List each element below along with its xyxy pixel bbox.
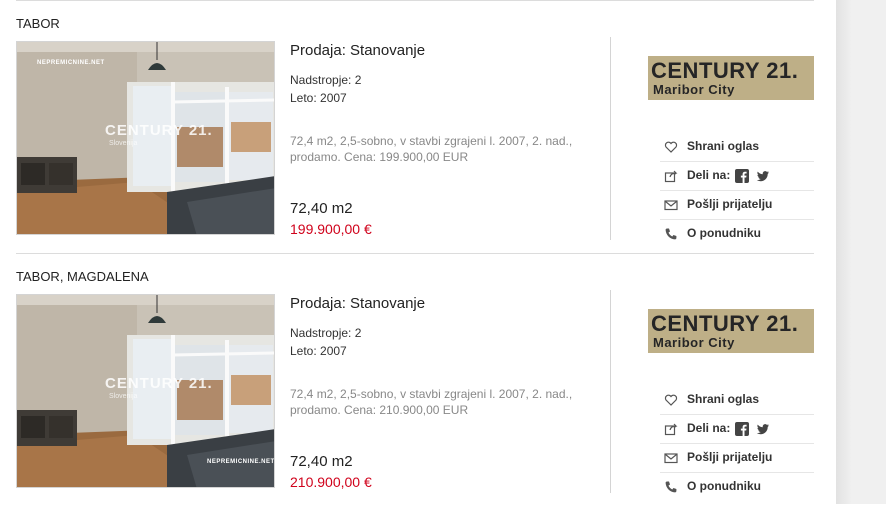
listing-title[interactable]: Prodaja: Stanovanje [290, 295, 425, 312]
listing-photo[interactable]: NEPREMICNINE.NET CENTURY 21. Slovenija [16, 41, 275, 235]
save-listing-label: Shrani oglas [687, 139, 760, 153]
column-divider [610, 290, 611, 493]
listing-price: 210.900,00 € [290, 474, 372, 490]
listing-floor: Nadstropje: 2 [290, 73, 362, 87]
send-to-friend-button[interactable]: Pošlji prijatelju [660, 191, 814, 220]
envelope-icon [664, 200, 678, 211]
share-label: Deli na: [687, 421, 731, 435]
listing-location[interactable]: TABOR, MAGDALENA [16, 269, 149, 284]
agency-office: Maribor City [653, 335, 735, 350]
share-icon [664, 170, 678, 183]
listing-divider [16, 253, 814, 254]
twitter-icon[interactable] [756, 422, 770, 436]
photo-logo-watermark: CENTURY 21. [105, 122, 213, 139]
heart-icon [664, 141, 678, 153]
listing-card: TABOR, MAGDALENA NEPREMICNINE.NET CENTUR… [0, 253, 836, 505]
listing-area: 72,40 m2 [290, 453, 353, 470]
agency-brand: CENTURY 21. [651, 58, 799, 83]
listing-floor: Nadstropje: 2 [290, 326, 362, 340]
photo-watermark-top: NEPREMICNINE.NET [37, 60, 105, 66]
photo-watermark-bottom: NEPREMICNINE.NET [207, 459, 275, 465]
listing-year: Leto: 2007 [290, 344, 347, 358]
send-to-friend-label: Pošlji prijatelju [687, 197, 773, 211]
listing-photo[interactable]: NEPREMICNINE.NET CENTURY 21. Slovenija [16, 294, 275, 488]
phone-icon [665, 228, 677, 240]
about-provider-label: O ponudniku [687, 226, 761, 240]
share-icon [664, 423, 678, 436]
listing-year: Leto: 2007 [290, 91, 347, 105]
column-divider [610, 37, 611, 240]
agency-office: Maribor City [653, 82, 735, 97]
listing-title[interactable]: Prodaja: Stanovanje [290, 42, 425, 59]
photo-logo-sub: Slovenija [109, 393, 138, 400]
heart-icon [664, 394, 678, 406]
listing-area: 72,40 m2 [290, 200, 353, 217]
about-provider-button[interactable]: O ponudniku [660, 220, 814, 248]
twitter-icon[interactable] [756, 169, 770, 183]
send-to-friend-button[interactable]: Pošlji prijatelju [660, 444, 814, 473]
page-gutter [836, 0, 886, 504]
facebook-icon[interactable] [735, 169, 749, 183]
phone-icon [665, 481, 677, 493]
about-provider-label: O ponudniku [687, 479, 761, 493]
listing-card: TABOR NEPREMICNINE.NET CENTURY 21. Slove… [0, 0, 836, 252]
save-listing-label: Shrani oglas [687, 392, 760, 406]
share-row: Deli na: [660, 162, 814, 191]
save-listing-button[interactable]: Shrani oglas [660, 133, 814, 162]
agency-brand: CENTURY 21. [651, 311, 799, 336]
listing-location[interactable]: TABOR [16, 16, 60, 31]
listing-price: 199.900,00 € [290, 221, 372, 237]
about-provider-button[interactable]: O ponudniku [660, 473, 814, 501]
facebook-icon[interactable] [735, 422, 749, 436]
agency-logo[interactable]: CENTURY 21. Maribor City [648, 56, 814, 100]
listing-description: 72,4 m2, 2,5-sobno, v stavbi zgrajeni l.… [290, 134, 573, 164]
send-to-friend-label: Pošlji prijatelju [687, 450, 773, 464]
share-label: Deli na: [687, 168, 731, 182]
save-listing-button[interactable]: Shrani oglas [660, 386, 814, 415]
agency-logo[interactable]: CENTURY 21. Maribor City [648, 309, 814, 353]
photo-logo-sub: Slovenija [109, 140, 138, 147]
listing-description: 72,4 m2, 2,5-sobno, v stavbi zgrajeni l.… [290, 387, 573, 417]
listing-actions: Shrani oglas Deli na: Pošlji prijatelju … [660, 386, 814, 501]
share-row: Deli na: [660, 415, 814, 444]
photo-logo-watermark: CENTURY 21. [105, 375, 213, 392]
listing-actions: Shrani oglas Deli na: Pošlji prijatelju … [660, 133, 814, 248]
envelope-icon [664, 453, 678, 464]
